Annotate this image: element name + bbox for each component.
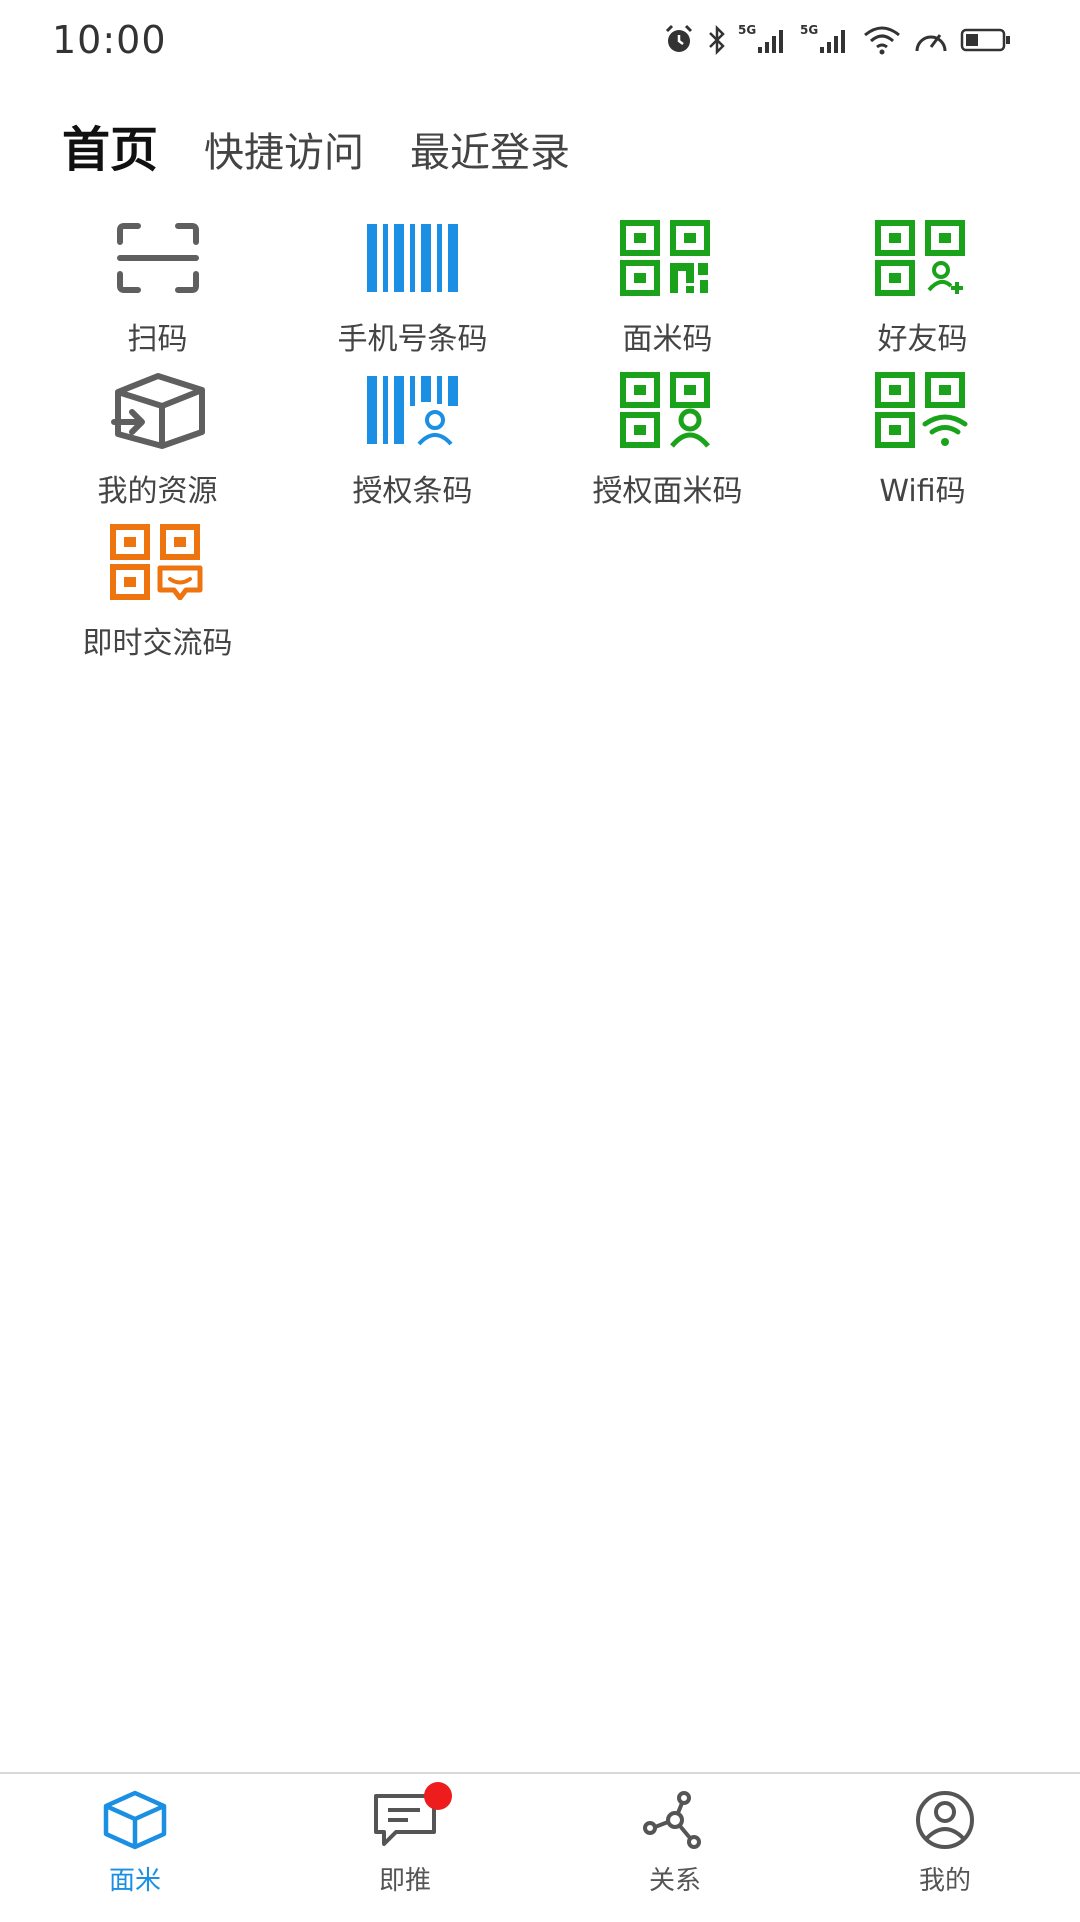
grid-item-phone-barcode[interactable]: 手机号条码 [285, 210, 540, 362]
bluetooth-icon [709, 24, 725, 56]
tab-home[interactable]: 首页 [62, 110, 158, 180]
battery-icon [960, 28, 1010, 52]
grid-label: 面米码 [622, 322, 713, 357]
speed-icon [915, 34, 947, 52]
signal-5g-icon: 5G [800, 23, 852, 57]
grid-label: 即时交流码 [82, 626, 233, 661]
scan-icon [108, 218, 208, 298]
network-icon [640, 1788, 710, 1852]
notification-badge [424, 1782, 452, 1810]
grid-item-mianmi-code[interactable]: 面米码 [540, 210, 795, 362]
box-import-icon [108, 370, 208, 450]
grid-label: 扫码 [127, 322, 188, 357]
nav-item-jitui[interactable]: 即推 [270, 1774, 540, 1922]
grid-label: 授权面米码 [592, 474, 743, 509]
nav-label: 我的 [918, 1866, 971, 1896]
nav-label: 关系 [648, 1866, 701, 1896]
barcode-user-icon [363, 370, 463, 450]
profile-icon [910, 1788, 980, 1852]
status-time: 10:00 [52, 18, 167, 62]
grid-label: 手机号条码 [337, 322, 488, 357]
nav-item-mine[interactable]: 我的 [810, 1774, 1080, 1922]
cube-icon [100, 1788, 170, 1852]
grid-item-auth-barcode[interactable]: 授权条码 [285, 362, 540, 514]
grid-item-my-resources[interactable]: 我的资源 [30, 362, 285, 514]
chat-icon [370, 1782, 452, 1852]
grid-item-wifi-code[interactable]: Wifi码 [795, 362, 1050, 514]
grid-label: 授权条码 [352, 474, 473, 509]
barcode-icon [363, 218, 463, 298]
nav-label: 即推 [378, 1866, 431, 1896]
wifi-icon [864, 26, 900, 55]
tab-quick-access[interactable]: 快捷访问 [204, 120, 364, 178]
status-bar: 10:00 5G 5G [0, 0, 1080, 80]
nav-item-relations[interactable]: 关系 [540, 1774, 810, 1922]
top-tabs: 首页 快捷访问 最近登录 [62, 110, 570, 178]
grid-label: Wifi码 [879, 474, 966, 509]
qr-user-icon [618, 370, 718, 450]
qr-chat-icon [108, 522, 208, 602]
grid-label: 好友码 [877, 322, 968, 357]
function-grid: 扫码 手机号条码 面米码 好友码 我的资源 授权条码 授权面米码 Wifi码 即… [30, 210, 1050, 666]
bottom-nav: 面米 即推 关系 我的 [0, 1772, 1080, 1922]
grid-item-instant-chat-code[interactable]: 即时交流码 [30, 514, 285, 666]
tab-recent-login[interactable]: 最近登录 [410, 120, 570, 178]
grid-item-auth-mianmi-code[interactable]: 授权面米码 [540, 362, 795, 514]
alarm-icon [665, 24, 693, 52]
signal-5g-icon: 5G [738, 23, 790, 57]
grid-label: 我的资源 [97, 474, 218, 509]
nav-item-mianmi[interactable]: 面米 [0, 1774, 270, 1922]
nav-label: 面米 [108, 1866, 161, 1896]
grid-item-scan[interactable]: 扫码 [30, 210, 285, 362]
grid-item-friend-code[interactable]: 好友码 [795, 210, 1050, 362]
status-icons: 5G 5G [662, 20, 1012, 60]
qr-add-friend-icon [873, 218, 973, 298]
qr-wifi-icon [873, 370, 973, 450]
qr-code-icon [618, 218, 718, 298]
